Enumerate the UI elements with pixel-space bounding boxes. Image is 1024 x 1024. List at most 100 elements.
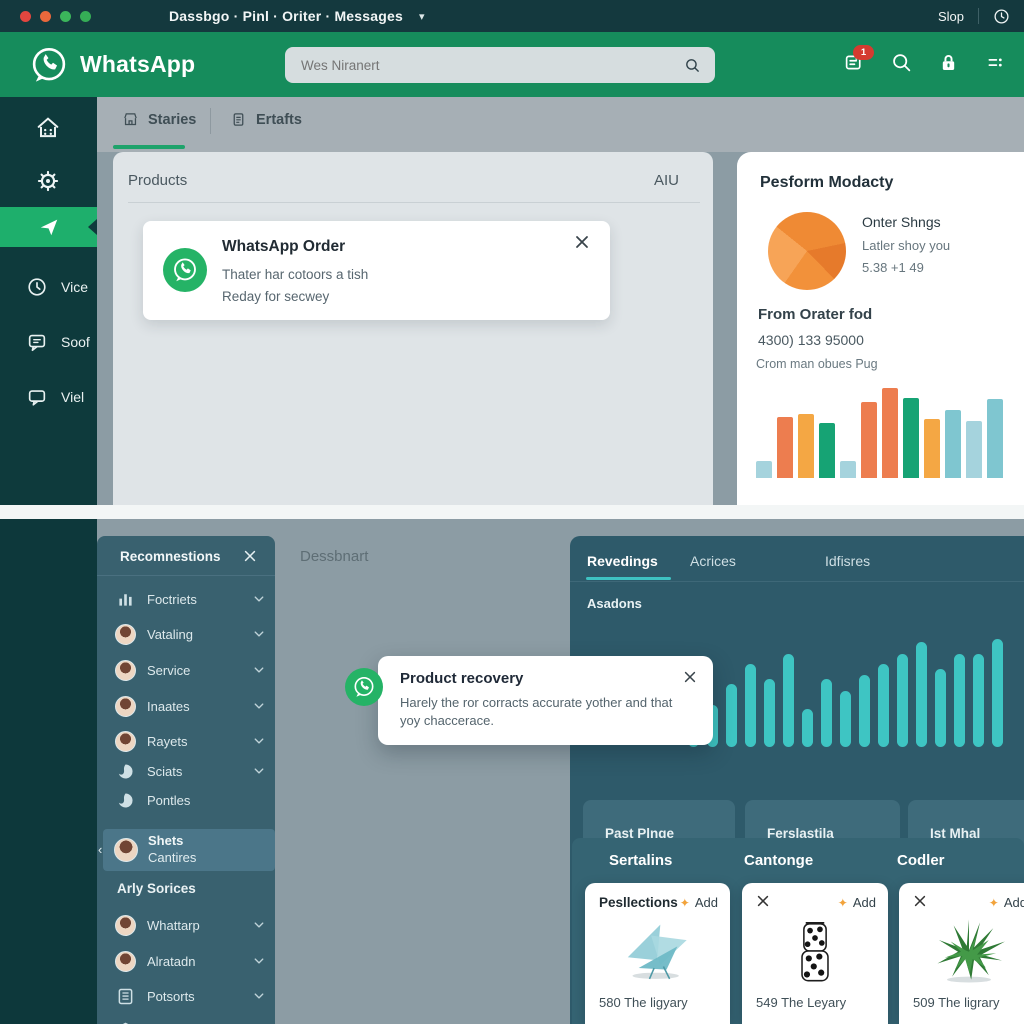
analytics-panel: RevedingsAcricesIdfisres Asadons Past Pl… (570, 536, 1024, 1024)
bar-chart-icon (115, 589, 136, 610)
product-card[interactable]: ✦Add509 The ligrary (899, 883, 1024, 1024)
window-control-3[interactable] (80, 11, 91, 22)
search-bar[interactable] (285, 47, 715, 83)
toast-body: Harely the ror corracts accurate yother … (400, 694, 688, 730)
clock-icon[interactable] (993, 8, 1010, 25)
sidebar-item-vataling[interactable]: Vataling (115, 621, 265, 647)
close-icon[interactable] (913, 894, 927, 908)
tab-acrices[interactable]: Acrices (690, 553, 736, 569)
tab-idfisres[interactable]: Idfisres (825, 553, 870, 569)
active-nav-highlight[interactable] (0, 207, 97, 247)
search-icon[interactable] (684, 57, 701, 74)
sidebar-item-inaates[interactable]: Inaates (115, 693, 265, 719)
bar-1 (777, 417, 793, 478)
add-button[interactable]: ✦Add (989, 895, 1024, 910)
recommendations-title: Recomnestions (120, 549, 221, 564)
tab-divider (210, 108, 211, 134)
chevron-down-icon[interactable] (253, 628, 265, 640)
bar-12 (916, 642, 927, 747)
new-chat-icon[interactable]: 1 (844, 52, 865, 73)
tab-ertafts[interactable]: Ertafts (230, 111, 302, 128)
stat-title: Onter Shngs (862, 214, 941, 230)
bar-3 (819, 423, 835, 478)
order-card-line1: Thater har cotoors a tish (222, 267, 368, 282)
whatsapp-logo-icon (28, 44, 70, 86)
products-panel-title: Products (128, 172, 187, 189)
sidebar-item-alratadn[interactable]: Alratadn (115, 948, 265, 974)
tab-staries[interactable]: Staries (122, 111, 196, 128)
window-control-0[interactable] (20, 11, 31, 22)
sidebar-item-foctriets[interactable]: Foctriets (115, 586, 265, 612)
column-title-codler: Codler (897, 852, 945, 869)
products-panel-action[interactable]: AIU (654, 172, 679, 189)
product-card[interactable]: ✦Add549 The Leyary (742, 883, 888, 1024)
close-icon[interactable] (683, 670, 697, 684)
lock-icon[interactable] (938, 52, 959, 73)
chevron-left-icon[interactable]: ‹ (98, 842, 102, 857)
sidebar-item-pontles[interactable]: Pontles (115, 787, 265, 813)
chevron-down-icon[interactable] (253, 593, 265, 605)
window-control-1[interactable] (40, 11, 51, 22)
chevron-down-icon[interactable] (253, 700, 265, 712)
chevron-down-icon[interactable] (253, 955, 265, 967)
doc-grid-icon (115, 986, 136, 1007)
sidebar-item-viel[interactable]: Viel (26, 384, 84, 410)
chevron-down-icon[interactable] (253, 735, 265, 747)
whatsapp-order-card: WhatsApp Order Thater har cotoors a tish… (143, 221, 610, 320)
sidebar-item-service[interactable]: Service (115, 657, 265, 683)
sidebar-item-potsorts[interactable]: Potsorts (115, 983, 265, 1009)
document-icon (230, 111, 247, 128)
sidebar-item-label: Rayets (147, 734, 253, 749)
sidebar-item-whattarp[interactable]: Whattarp (115, 912, 265, 938)
chevron-down-icon[interactable] (253, 990, 265, 1002)
tab-revedings[interactable]: Revedings (587, 553, 658, 569)
from-value: 4300) 133 95000 (758, 332, 864, 348)
window-controls[interactable] (20, 11, 91, 22)
sidebar-item-porvirces[interactable]: Porvirces (115, 1017, 265, 1024)
menu-list-icon[interactable] (985, 52, 1006, 73)
search-input[interactable] (285, 57, 684, 74)
avatar (115, 951, 136, 972)
close-icon[interactable] (756, 894, 770, 908)
stat-value: 5.38 +1 49 (862, 260, 924, 275)
bar-8 (924, 419, 940, 478)
chevron-down-icon[interactable] (253, 765, 265, 777)
sidebar-item-label: Foctriets (147, 592, 253, 607)
header-search-icon[interactable] (891, 52, 912, 73)
menubar-right-label[interactable]: Slop (938, 9, 964, 24)
clock-icon (26, 276, 48, 298)
add-label: Add (853, 895, 876, 910)
sidebar-item-rayets[interactable]: Rayets (115, 728, 265, 754)
chevron-down-icon[interactable] (253, 919, 265, 931)
bar-10 (966, 421, 982, 478)
add-button[interactable]: ✦Add (680, 895, 718, 910)
order-card-title: WhatsApp Order (222, 238, 345, 256)
close-icon[interactable] (243, 549, 257, 563)
bar-9 (945, 410, 961, 478)
add-button[interactable]: ✦Add (838, 895, 876, 910)
active-tab-underline (113, 145, 185, 149)
chevron-down-icon[interactable]: ▾ (419, 10, 425, 23)
home-icon[interactable] (34, 114, 62, 142)
panel-divider (128, 202, 700, 203)
selected-line1: Shets (148, 833, 183, 848)
sidebar-item-vice[interactable]: Vice (26, 274, 88, 300)
chevron-down-icon[interactable] (253, 664, 265, 676)
sidebar-item-label: Pontles (147, 793, 265, 808)
menubar-divider (978, 8, 979, 24)
bar-9 (859, 675, 870, 747)
orders-pie-chart (768, 212, 846, 290)
close-icon[interactable] (574, 234, 590, 250)
avatar (114, 838, 138, 862)
menubar-title: Dassbgo · Pinl · Oriter · Messages (169, 8, 403, 24)
bottom-left-rail (0, 519, 97, 1024)
active-tab-underline (586, 577, 671, 580)
sidebar-item-sciats[interactable]: Sciats (115, 758, 265, 784)
gear-icon[interactable] (34, 167, 62, 195)
sidebar-item-selected[interactable]: ‹ Shets Cantires (103, 829, 275, 871)
swirl-icon (115, 790, 136, 811)
column-title-cantonge: Cantonge (744, 852, 813, 869)
product-card[interactable]: Pesllections✦Add580 The ligyary (585, 883, 730, 1024)
sidebar-item-soof[interactable]: Soof (26, 329, 90, 355)
window-control-2[interactable] (60, 11, 71, 22)
